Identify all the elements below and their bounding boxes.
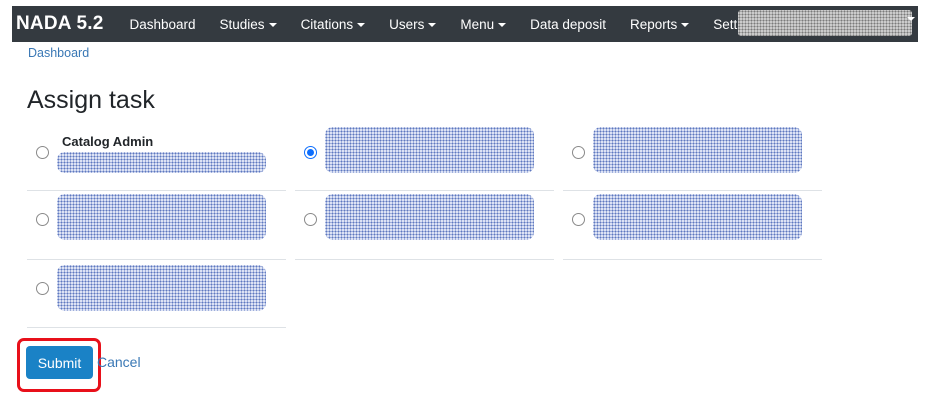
task-option-title: Catalog Admin [62, 134, 154, 149]
task-option-1[interactable]: Catalog Admin [27, 126, 286, 191]
user-menu-redacted[interactable] [738, 10, 912, 36]
nav-menu[interactable]: Menu [448, 17, 518, 32]
chevron-down-icon [681, 22, 690, 27]
task-option-radio-selected[interactable] [304, 146, 317, 159]
breadcrumb-dashboard[interactable]: Dashboard [28, 46, 89, 60]
task-option-7[interactable] [27, 260, 286, 328]
task-option-radio[interactable] [36, 213, 49, 226]
user-menu-chevron-icon[interactable] [907, 17, 915, 21]
task-option-6[interactable] [563, 191, 822, 260]
redacted-option-content [325, 194, 534, 240]
task-option-radio[interactable] [304, 213, 317, 226]
submit-button[interactable]: Submit [26, 346, 93, 379]
task-option-4[interactable] [27, 191, 286, 260]
task-option-radio[interactable] [572, 213, 585, 226]
chevron-down-icon [268, 22, 277, 27]
task-option-2[interactable] [295, 126, 554, 191]
redacted-option-content [593, 194, 802, 240]
nav-studies-label: Studies [219, 16, 265, 32]
nav-menu-label: Menu [460, 16, 495, 32]
cancel-link[interactable]: Cancel [97, 354, 141, 370]
nav-reports-label: Reports [629, 16, 678, 32]
task-option-3[interactable] [563, 126, 822, 191]
nav-citations[interactable]: Citations [289, 17, 378, 32]
nav-reports[interactable]: Reports [618, 17, 701, 32]
chevron-down-icon [428, 22, 437, 27]
nav-dashboard[interactable]: Dashboard [117, 17, 207, 32]
task-option-radio[interactable] [572, 146, 585, 159]
nav-data-deposit-label: Data deposit [530, 16, 606, 32]
nav-citations-label: Citations [300, 16, 354, 32]
page-title: Assign task [27, 86, 155, 114]
task-option-radio[interactable] [36, 282, 49, 295]
redacted-option-content [57, 265, 266, 311]
chevron-down-icon [498, 22, 507, 27]
nav-dashboard-label: Dashboard [129, 16, 196, 32]
redacted-description [57, 152, 266, 173]
task-option-5[interactable] [295, 191, 554, 260]
nav-data-deposit[interactable]: Data deposit [518, 17, 618, 32]
nav-users-label: Users [389, 16, 425, 32]
nav-studies[interactable]: Studies [208, 17, 289, 32]
redacted-option-content [325, 127, 534, 173]
redacted-option-content [57, 194, 266, 240]
brand-logo[interactable]: NADA 5.2 [16, 13, 103, 35]
top-navbar: NADA 5.2 Dashboard Studies Citations Use… [12, 6, 918, 42]
task-option-radio[interactable] [36, 146, 49, 159]
chevron-down-icon [357, 22, 366, 27]
nav-users[interactable]: Users [377, 17, 448, 32]
redacted-option-content [593, 127, 802, 173]
